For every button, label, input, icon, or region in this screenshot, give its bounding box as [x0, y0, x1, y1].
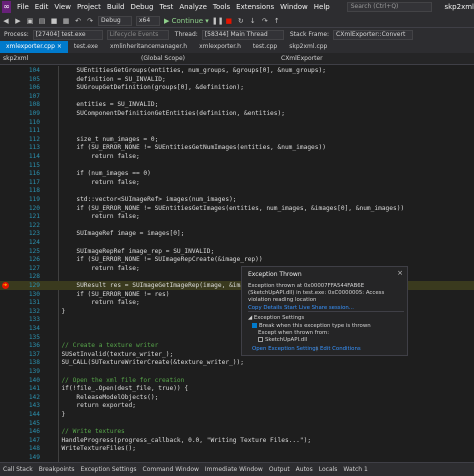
menu-item-test[interactable]: Test	[157, 3, 177, 11]
exception-settings-header[interactable]: ◢ Exception Settings	[248, 315, 304, 321]
restart-icon[interactable]: ↻	[236, 16, 246, 26]
checkbox-unchecked-icon[interactable]	[258, 337, 263, 342]
menu-item-view[interactable]: View	[51, 3, 74, 11]
break-when-thrown-checkbox[interactable]: Break when this exception type is thrown	[252, 323, 371, 329]
exception-title: Exception Thrown	[248, 271, 302, 278]
step-into-icon[interactable]: ↓	[248, 16, 258, 26]
menu-bar: ∞ File Edit View Project Build Debug Test Analy…	[0, 0, 474, 14]
break-when-thrown-label: Break when this exception type is thrown	[259, 323, 371, 329]
document-tab[interactable]: skp2xml.cpp	[283, 41, 333, 53]
back-icon[interactable]: ◀	[1, 16, 11, 26]
menu-item-build[interactable]: Build	[104, 3, 128, 11]
navigation-bar: skp2xml (Global Scope) CXmlExporter	[0, 53, 474, 65]
continue-button[interactable]: ▶ Continue ▾	[164, 17, 209, 25]
menu-item-analyze[interactable]: Analyze	[176, 3, 210, 11]
tool-tab-call-stack[interactable]: Call Stack	[0, 466, 36, 473]
checkbox-checked-icon[interactable]	[252, 323, 257, 328]
tool-tab-exception-settings[interactable]: Exception Settings	[77, 466, 139, 473]
platform-select[interactable]: x64	[136, 15, 160, 26]
stop-icon[interactable]: ■	[224, 16, 234, 26]
menu-item-tools[interactable]: Tools	[210, 3, 233, 11]
save-icon[interactable]: ■	[49, 16, 59, 26]
menu-items: File Edit View Project Build Debug Test Analyze…	[14, 3, 333, 11]
debug-location-bar: Process: [27404] test.exe Lifecycle Even…	[0, 28, 474, 41]
save-all-icon[interactable]: ▦	[61, 16, 71, 26]
break-all-icon[interactable]: ❚❚	[212, 16, 224, 26]
menu-item-window[interactable]: Window	[277, 3, 311, 11]
tool-tab-command-window[interactable]: Command Window	[140, 466, 202, 473]
except-when-label: Except when thrown from:	[258, 330, 330, 336]
tool-window-tabs: Call Stack Breakpoints Exception Settings C…	[0, 462, 474, 476]
stack-frame-select[interactable]: CXmlExporter::Convert	[333, 29, 414, 40]
menu-item-help[interactable]: Help	[311, 3, 333, 11]
undo-icon[interactable]: ↶	[73, 16, 83, 26]
exception-popup: Exception Thrown × Exception thrown at 0…	[241, 266, 408, 356]
sketchup-dll-checkbox[interactable]: SketchUpAPI.dll	[258, 337, 307, 343]
separator	[248, 311, 404, 312]
lifecycle-events-select[interactable]: Lifecycle Events	[106, 29, 169, 40]
project-select[interactable]: skp2xml	[0, 54, 130, 64]
process-select[interactable]: [27404] test.exe	[32, 29, 103, 40]
process-label: Process:	[4, 31, 29, 38]
open-exception-settings-link[interactable]: Open Exception Settings	[252, 346, 318, 352]
tool-tab-autos[interactable]: Autos	[293, 466, 316, 473]
step-over-icon[interactable]: ↷	[260, 16, 270, 26]
solution-name: skp2xml	[444, 3, 474, 11]
thread-label: Thread:	[174, 31, 198, 38]
tool-tab-immediate-window[interactable]: Immediate Window	[202, 466, 266, 473]
document-tab[interactable]: xmlexporter.cpp ×	[0, 41, 68, 53]
function-select[interactable]: CXmlExporter	[278, 54, 428, 64]
forward-icon[interactable]: ▶	[13, 16, 23, 26]
configuration-select[interactable]: Debug	[98, 15, 132, 26]
menu-item-debug[interactable]: Debug	[127, 3, 156, 11]
stack-frame-label: Stack Frame:	[289, 31, 330, 38]
document-tab[interactable]: xmlexporter.h	[193, 41, 247, 53]
menu-item-project[interactable]: Project	[74, 3, 104, 11]
scope-select[interactable]: (Global Scope)	[138, 54, 278, 64]
new-file-icon[interactable]: ▣	[25, 16, 35, 26]
close-icon[interactable]: ×	[397, 269, 403, 277]
pipe-separator: |	[316, 346, 318, 352]
redo-icon[interactable]: ↷	[85, 16, 95, 26]
menu-item-extensions[interactable]: Extensions	[233, 3, 277, 11]
visual-studio-logo-icon: ∞	[2, 1, 12, 13]
document-tab[interactable]: xmlinheritancemanager.h	[104, 41, 193, 53]
code-editor[interactable]: 104 SUEntitiesGetGroups(entities, num_gr…	[0, 66, 474, 462]
open-folder-icon[interactable]: ▤	[37, 16, 47, 26]
menu-item-edit[interactable]: Edit	[32, 3, 52, 11]
menu-item-file[interactable]: File	[14, 3, 32, 11]
document-tab[interactable]: test.cpp	[247, 41, 283, 53]
search-input[interactable]: Search (Ctrl+Q)	[346, 2, 433, 12]
thread-select[interactable]: [58344] Main Thread	[201, 29, 284, 40]
document-tabs: xmlexporter.cpp × test.exe xmlinheritancem…	[0, 41, 474, 53]
tool-tab-watch-1[interactable]: Watch 1	[340, 466, 370, 473]
sketchup-dll-label: SketchUpAPI.dll	[265, 337, 308, 343]
document-tab[interactable]: test.exe	[68, 41, 104, 53]
tool-tab-output[interactable]: Output	[266, 466, 293, 473]
tool-tab-locals[interactable]: Locals	[316, 466, 341, 473]
step-out-icon[interactable]: ↑	[272, 16, 282, 26]
toolbar: ◀ ▶ ▣ ▤ ■ ▦ ↶ ↷ Debug x64 ▶ Continue ▾ ❚…	[0, 14, 474, 28]
tool-tab-breakpoints[interactable]: Breakpoints	[36, 466, 78, 473]
edit-conditions-link[interactable]: Edit Conditions	[320, 346, 361, 352]
exception-message: Exception thrown at 0x00007FFA544FAB6E (…	[248, 283, 385, 303]
